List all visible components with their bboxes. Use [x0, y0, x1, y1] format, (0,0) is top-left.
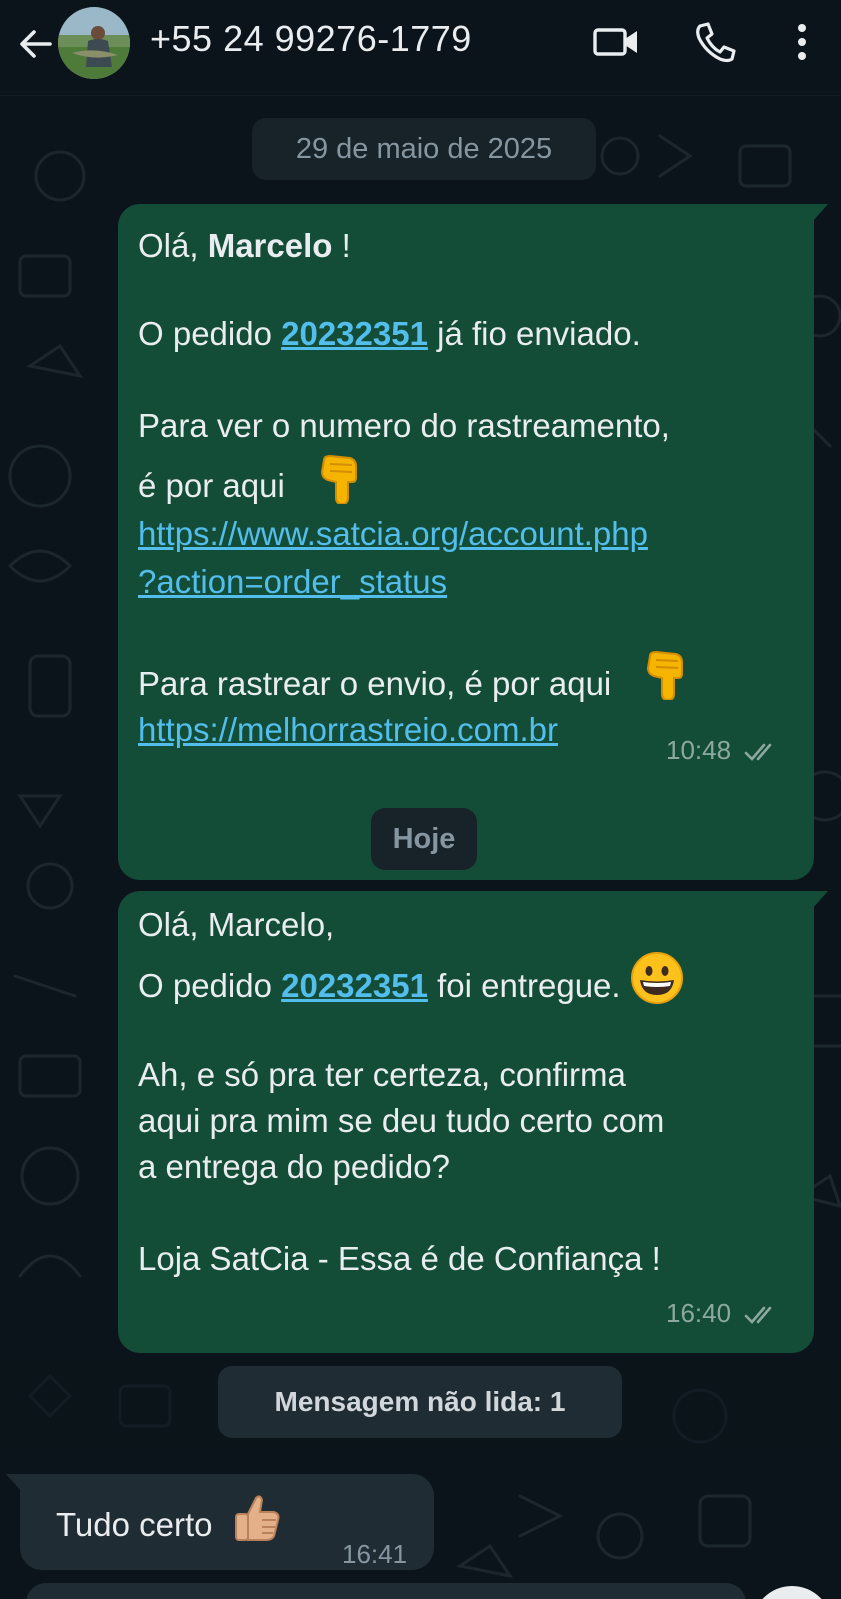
read-ticks-icon [745, 1306, 772, 1325]
message-meta: 10:48 [666, 726, 778, 774]
order-prefix: O pedido [138, 315, 282, 352]
greeting-name: Marcelo [207, 227, 333, 264]
order-suffix: foi entregue. [427, 967, 621, 1005]
more-vert-icon[interactable] [782, 18, 822, 66]
bubble-tail [812, 204, 828, 222]
message-line: O pedido 20232351 foi entregue. [138, 952, 684, 1022]
message-line: aqui pra mim se deu tudo certo com [138, 1102, 665, 1139]
ship-text: Para rastrear o envio, é por aqui [138, 665, 612, 703]
message-meta: 16:40 [666, 1289, 778, 1337]
message-bubble-outgoing[interactable]: Olá, Marcelo ! O pedido 20232351 já fio … [118, 204, 828, 880]
message-time: 10:48 [666, 735, 732, 765]
message-bubble-outgoing[interactable]: Olá, Marcelo, O pedido 20232351 foi entr… [118, 891, 828, 1353]
message-line: Para ver o numero do rastreamento, [138, 407, 670, 444]
whatsapp-chat-screen: +55 24 99276-1779 29 de maio de 2025 Olá… [0, 0, 841, 1599]
track-text: é por aqui [138, 467, 285, 505]
order-suffix: já fio enviado. [427, 315, 641, 352]
chat-header: +55 24 99276-1779 [0, 0, 841, 96]
today-separator: Hoje [371, 808, 477, 870]
read-ticks-icon [745, 743, 772, 762]
grinning-face-emoji-icon [630, 951, 684, 1018]
message-input[interactable] [26, 1583, 746, 1599]
bubble-tail [812, 891, 828, 909]
order-prefix: O pedido [138, 967, 282, 1005]
unread-messages-label: Mensagem não lida: 1 [218, 1366, 622, 1438]
message-text: Tudo certo [56, 1506, 213, 1544]
pointing-down-emoji-icon [316, 452, 366, 517]
message-line: Olá, Marcelo, [138, 906, 335, 943]
pointing-down-emoji-icon [642, 648, 692, 713]
message-time: 16:41 [342, 1539, 408, 1569]
greeting-suffix: ! [332, 227, 351, 264]
satcia-account-link-cont[interactable]: ?action=order_status [138, 558, 447, 606]
date-separator: 29 de maio de 2025 [252, 118, 596, 180]
contact-name[interactable]: +55 24 99276-1779 [150, 18, 472, 60]
message-time: 16:40 [666, 1298, 732, 1328]
bubble-tail [6, 1474, 22, 1492]
order-number-link[interactable]: 20232351 [281, 967, 428, 1004]
melhorrastreio-link[interactable]: https://melhorrastreio.com.br [138, 706, 558, 754]
video-call-icon[interactable] [592, 18, 642, 66]
order-number-link[interactable]: 20232351 [281, 315, 428, 352]
avatar[interactable] [58, 7, 130, 79]
satcia-account-link[interactable]: https://www.satcia.org/account.php [138, 510, 648, 558]
message-line: a entrega do pedido? [138, 1148, 450, 1185]
message-bubble-incoming[interactable]: Tudo certo 16:41 [6, 1474, 434, 1570]
message-line: Loja SatCia - Essa é de Confiança ! [138, 1240, 661, 1277]
chat-messages-area[interactable]: 29 de maio de 2025 Olá, Marcelo ! O pedi… [0, 96, 841, 1599]
message-line: Ah, e só pra ter certeza, confirma [138, 1056, 626, 1093]
message-line: Tudo certo [56, 1495, 282, 1559]
message-line: Olá, Marcelo ! [138, 222, 351, 270]
greeting-text: Olá, [138, 227, 208, 264]
arrow-back-icon[interactable] [14, 22, 58, 66]
phone-icon[interactable] [690, 18, 740, 66]
message-line: O pedido 20232351 já fio enviado. [138, 310, 641, 358]
thumbs-up-emoji-icon [232, 1492, 282, 1555]
